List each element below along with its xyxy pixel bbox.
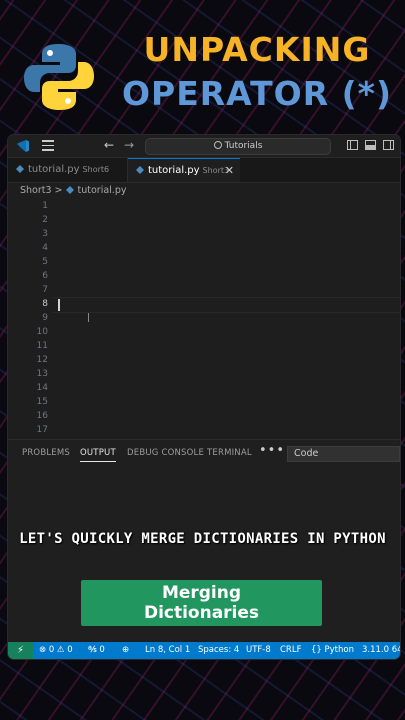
editor-tabs: tutorial.py Short6 tutorial.py Short3 ✕: [8, 158, 400, 183]
tab-terminal[interactable]: TERMINAL: [207, 448, 252, 458]
indentation[interactable]: Spaces: 4: [198, 642, 239, 659]
output-channel-select[interactable]: Code: [287, 446, 400, 462]
breadcrumb-folder[interactable]: Short3: [20, 185, 52, 196]
breadcrumb-file[interactable]: tutorial.py: [78, 185, 127, 196]
title-line-1: UNPACKING: [143, 30, 371, 69]
banner-line-1: Merging: [161, 583, 242, 603]
python-logo-icon: [24, 44, 94, 110]
line-number: 6: [42, 271, 48, 281]
banner-line-2: Dictionaries: [143, 603, 260, 623]
line-number: 7: [42, 285, 48, 295]
toggle-secondary-sidebar-icon[interactable]: [383, 140, 394, 150]
search-label: Tutorials: [224, 141, 263, 151]
title-line-2: OPERATOR (*): [121, 74, 393, 113]
remote-indicator-icon[interactable]: ⚡: [8, 642, 33, 659]
python-file-icon: [65, 186, 74, 194]
line-number: 12: [36, 355, 48, 365]
merging-dictionaries-banner: Merging Dictionaries: [81, 580, 322, 626]
title-bar: ← → Tutorials: [8, 135, 400, 158]
toggle-sidebar-icon[interactable]: [347, 140, 358, 150]
line-number: 3: [42, 229, 48, 239]
line-number: 11: [36, 341, 48, 351]
python-interpreter-version[interactable]: 3.11.0 64: [362, 642, 400, 659]
tab-tutorial-short3[interactable]: tutorial.py Short3 ✕: [128, 158, 240, 182]
line-number: 5: [42, 257, 48, 267]
hamburger-menu-icon[interactable]: [42, 140, 54, 151]
close-icon[interactable]: ✕: [225, 159, 234, 183]
toggle-panel-icon[interactable]: [365, 140, 376, 150]
line-number-gutter: 1 2 3 4 5 6 7 8 9 10 11 12 13 14 15 16 1…: [8, 199, 48, 437]
code-editor[interactable]: [48, 199, 400, 437]
line-number: 9: [42, 313, 48, 323]
zoom-icon[interactable]: ⊕: [122, 642, 129, 659]
line-number: 2: [42, 215, 48, 225]
breadcrumb: Short3 > tutorial.py: [20, 185, 126, 196]
python-file-icon: [136, 166, 144, 174]
line-endings[interactable]: CRLF: [280, 642, 301, 659]
python-file-icon: [16, 165, 24, 173]
line-number: 10: [36, 327, 48, 337]
line-number-active: 8: [42, 299, 48, 309]
line-number: 16: [36, 411, 48, 421]
cursor-position[interactable]: Ln 8, Col 1: [145, 642, 190, 659]
tab-tutorial-short6[interactable]: tutorial.py Short6: [8, 158, 128, 182]
line-number: 13: [36, 369, 48, 379]
search-icon: [213, 141, 222, 149]
line-number: 1: [42, 201, 48, 211]
tab-folder: Short6: [82, 165, 110, 174]
tab-label: tutorial.py: [148, 165, 200, 176]
more-actions-icon[interactable]: •••: [259, 443, 285, 458]
language-mode[interactable]: {} Python: [311, 642, 354, 659]
line-number: 4: [42, 243, 48, 253]
tab-output[interactable]: OUTPUT: [80, 448, 116, 462]
encoding[interactable]: UTF-8: [246, 642, 271, 659]
tab-label: tutorial.py: [28, 164, 80, 175]
status-bar: ⚡ ⊗ 0 ⚠ 0 ℁ 0 ⊕ Ln 8, Col 1 Spaces: 4 UT…: [8, 642, 400, 659]
tab-problems[interactable]: PROBLEMS: [22, 448, 70, 458]
line-number: 15: [36, 397, 48, 407]
video-caption: LET'S QUICKLY MERGE DICTIONARIES IN PYTH…: [19, 531, 386, 547]
ports-indicator[interactable]: ℁ 0: [88, 642, 105, 659]
problems-count[interactable]: ⊗ 0 ⚠ 0: [39, 642, 73, 659]
breadcrumb-separator: >: [54, 185, 63, 196]
vscode-logo-icon: [17, 140, 29, 152]
forward-arrow-icon[interactable]: →: [124, 138, 134, 152]
line-number: 17: [36, 425, 48, 435]
tab-debug-console[interactable]: DEBUG CONSOLE: [127, 448, 204, 458]
layout-controls: [347, 140, 394, 150]
back-arrow-icon[interactable]: ←: [104, 138, 114, 152]
command-center-search[interactable]: Tutorials: [145, 138, 331, 155]
line-number: 14: [36, 383, 48, 393]
